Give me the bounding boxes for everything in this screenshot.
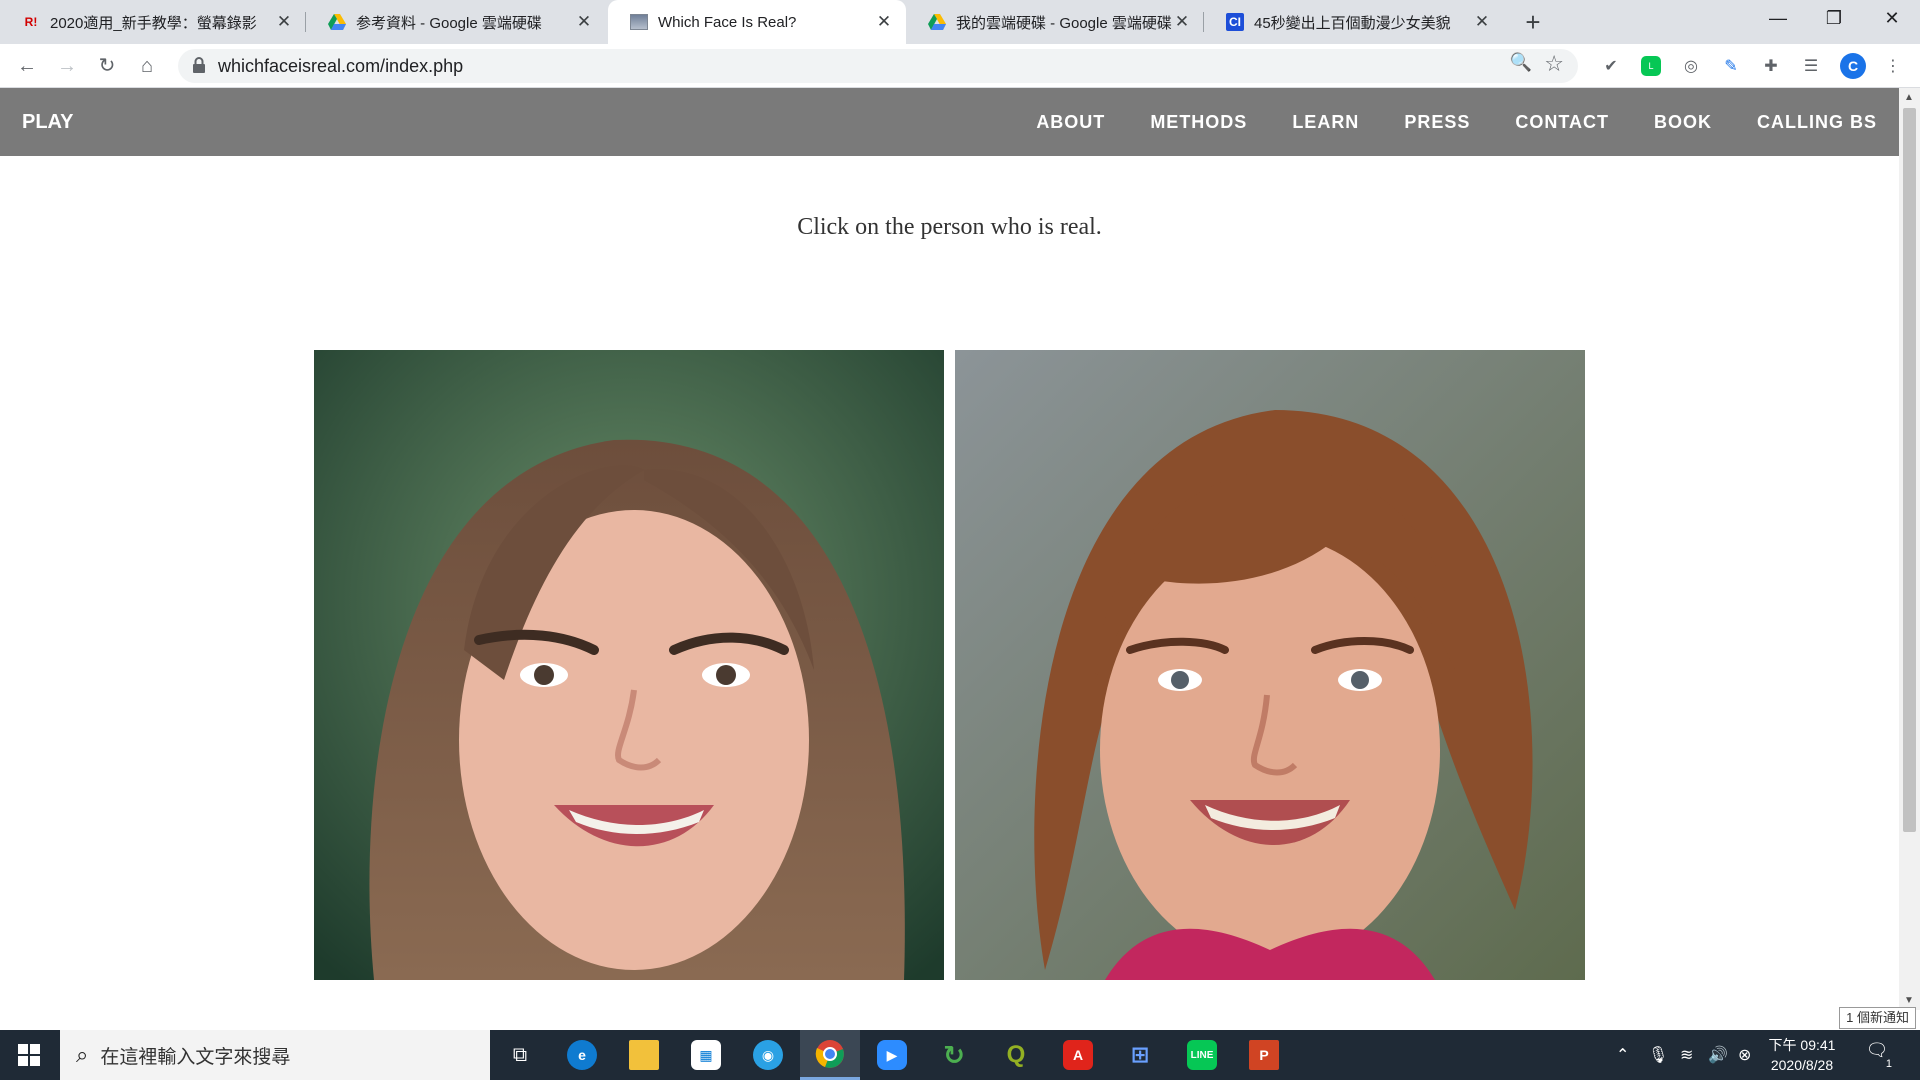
bookmark-star-icon[interactable]: ☆	[1544, 51, 1564, 77]
face-long-brown-hair	[314, 350, 944, 980]
search-placeholder: 在這裡輸入文字來搜尋	[100, 1046, 291, 1068]
browser-globe-icon[interactable]: ◉	[738, 1030, 798, 1080]
edge-icon[interactable]: e	[552, 1030, 612, 1080]
forward-icon[interactable]: →	[52, 51, 82, 81]
close-icon[interactable]: ✕	[874, 12, 894, 32]
feather-extension-icon[interactable]: ✎	[1718, 53, 1744, 79]
face-short-auburn-hair	[955, 350, 1585, 980]
ci-icon: CI	[1226, 13, 1244, 31]
image-icon	[630, 13, 648, 31]
tab-drive-references[interactable]: 参考資料 - Google 雲端硬碟 ✕	[306, 0, 606, 44]
media-queue-icon[interactable]: ☰	[1798, 53, 1824, 79]
notification-tooltip: 1 個新通知	[1839, 1007, 1916, 1029]
nav-learn[interactable]: LEARN	[1292, 88, 1359, 156]
taskbar-search-box[interactable]: ⌕ 在這裡輸入文字來搜尋	[60, 1030, 490, 1080]
volume-icon[interactable]: 🔊	[1708, 1030, 1728, 1080]
notification-count: 1	[1885, 1058, 1892, 1070]
circle-extension-icon[interactable]: ◎	[1678, 53, 1704, 79]
tab-title: 参考資料 - Google 雲端硬碟	[356, 14, 542, 32]
face-image-left[interactable]	[314, 350, 944, 980]
close-window-icon[interactable]: ✕	[1864, 0, 1920, 36]
close-icon[interactable]: ✕	[574, 12, 594, 32]
acrobat-icon[interactable]: A	[1048, 1030, 1108, 1080]
clock-time: 下午 09:41	[1768, 1037, 1836, 1053]
scroll-up-icon[interactable]: ▲	[1904, 92, 1914, 103]
puzzle-extensions-icon[interactable]: ✚	[1758, 53, 1784, 79]
menu-dots-icon[interactable]: ⋮	[1880, 53, 1906, 79]
tab-title: Which Face Is Real?	[658, 13, 797, 31]
network-app-icon[interactable]: ⊞	[1110, 1030, 1170, 1080]
task-view-icon[interactable]: ⧉	[490, 1030, 550, 1080]
google-drive-icon	[328, 13, 346, 31]
address-bar[interactable]: whichfaceisreal.com/index.php 🔍 ☆	[178, 49, 1578, 83]
nav-calling-bs[interactable]: CALLING BS	[1757, 88, 1877, 156]
lock-icon	[193, 57, 205, 73]
google-drive-icon	[928, 13, 946, 31]
nav-book[interactable]: BOOK	[1654, 88, 1712, 156]
line-extension-icon[interactable]: L	[1638, 53, 1664, 79]
reload-icon[interactable]: ↻	[92, 51, 122, 81]
tab-anime-article[interactable]: CI 45秒變出上百個動漫少女美貌 ✕	[1204, 0, 1504, 44]
tray-chevron-icon[interactable]: ⌃	[1616, 1030, 1629, 1080]
action-center-icon[interactable]: 🗨 1	[1862, 1040, 1892, 1070]
file-explorer-icon[interactable]	[614, 1030, 674, 1080]
page-scrollbar[interactable]: ▲ ▼	[1899, 88, 1920, 1010]
checkmark-extension-icon[interactable]: ✔	[1598, 53, 1624, 79]
clock-date: 2020/8/28	[1770, 1057, 1834, 1073]
nav-methods[interactable]: METHODS	[1150, 88, 1247, 156]
minimize-icon[interactable]: —	[1750, 0, 1806, 36]
close-icon[interactable]: ✕	[1472, 12, 1492, 32]
tab-my-drive[interactable]: 我的雲端硬碟 - Google 雲端硬碟 ✕	[906, 0, 1204, 44]
wifi-icon[interactable]: ≋	[1680, 1030, 1693, 1080]
face-image-right[interactable]	[955, 350, 1585, 980]
close-icon[interactable]: ✕	[1172, 12, 1192, 32]
taskbar-clock[interactable]: 下午 09:41 2020/8/28	[1762, 1035, 1842, 1075]
scroll-down-icon[interactable]: ▼	[1904, 995, 1914, 1006]
microphone-icon[interactable]: 🎙	[1648, 1030, 1668, 1080]
home-icon[interactable]: ⌂	[132, 51, 162, 81]
no-network-icon[interactable]: ⊗	[1738, 1030, 1751, 1080]
tab-title: 我的雲端硬碟 - Google 雲端硬碟	[956, 14, 1172, 32]
play-link[interactable]: PLAY	[22, 88, 74, 156]
windows-start-icon[interactable]	[0, 1030, 58, 1080]
browser-toolbar: ← → ↻ ⌂ whichfaceisreal.com/index.php 🔍 …	[0, 44, 1920, 88]
back-icon[interactable]: ←	[12, 51, 42, 81]
tab-which-face-is-real[interactable]: Which Face Is Real? ✕	[608, 0, 906, 44]
sync-app-icon[interactable]: ↻	[924, 1030, 984, 1080]
browser-tab-strip: R! 2020適用_新手教學：螢幕錄影 ✕ 参考資料 - Google 雲端硬碟…	[0, 0, 1920, 44]
site-navbar: PLAY ABOUT METHODS LEARN PRESS CONTACT B…	[0, 88, 1899, 156]
search-icon: ⌕	[76, 1042, 89, 1067]
nav-about[interactable]: ABOUT	[1036, 88, 1105, 156]
zoom-app-icon[interactable]: ▶	[862, 1030, 922, 1080]
tab-title: 45秒變出上百個動漫少女美貌	[1254, 14, 1451, 32]
powerpoint-icon[interactable]: P	[1234, 1030, 1294, 1080]
zoom-icon[interactable]: 🔍	[1510, 52, 1532, 73]
scrollbar-thumb[interactable]	[1903, 108, 1916, 832]
instruction-text: Click on the person who is real.	[797, 214, 1102, 240]
restore-icon[interactable]: ❐	[1806, 0, 1862, 36]
url-text[interactable]: whichfaceisreal.com/index.php	[218, 49, 463, 83]
store-icon[interactable]: ▦	[676, 1030, 736, 1080]
line-app-icon[interactable]: LINE	[1172, 1030, 1232, 1080]
chrome-icon[interactable]	[800, 1030, 860, 1080]
close-icon[interactable]: ✕	[274, 12, 294, 32]
nav-links: ABOUT METHODS LEARN PRESS CONTACT BOOK C…	[991, 88, 1877, 156]
nav-press[interactable]: PRESS	[1404, 88, 1470, 156]
new-tab-button[interactable]: +	[1518, 7, 1548, 37]
profile-avatar[interactable]: C	[1840, 53, 1866, 79]
nav-contact[interactable]: CONTACT	[1515, 88, 1609, 156]
r-icon: R!	[24, 15, 38, 29]
qgis-icon[interactable]: Q	[986, 1030, 1046, 1080]
tab-title: 2020適用_新手教學：螢幕錄影	[50, 14, 257, 32]
windows-taskbar: ⌕ 在這裡輸入文字來搜尋 ⧉ e ▦ ◉ ▶ ↻ Q A ⊞ LINE P ⌃ …	[0, 1030, 1920, 1080]
tab-recording-tutorial[interactable]: R! 2020適用_新手教學：螢幕錄影 ✕	[0, 0, 306, 44]
